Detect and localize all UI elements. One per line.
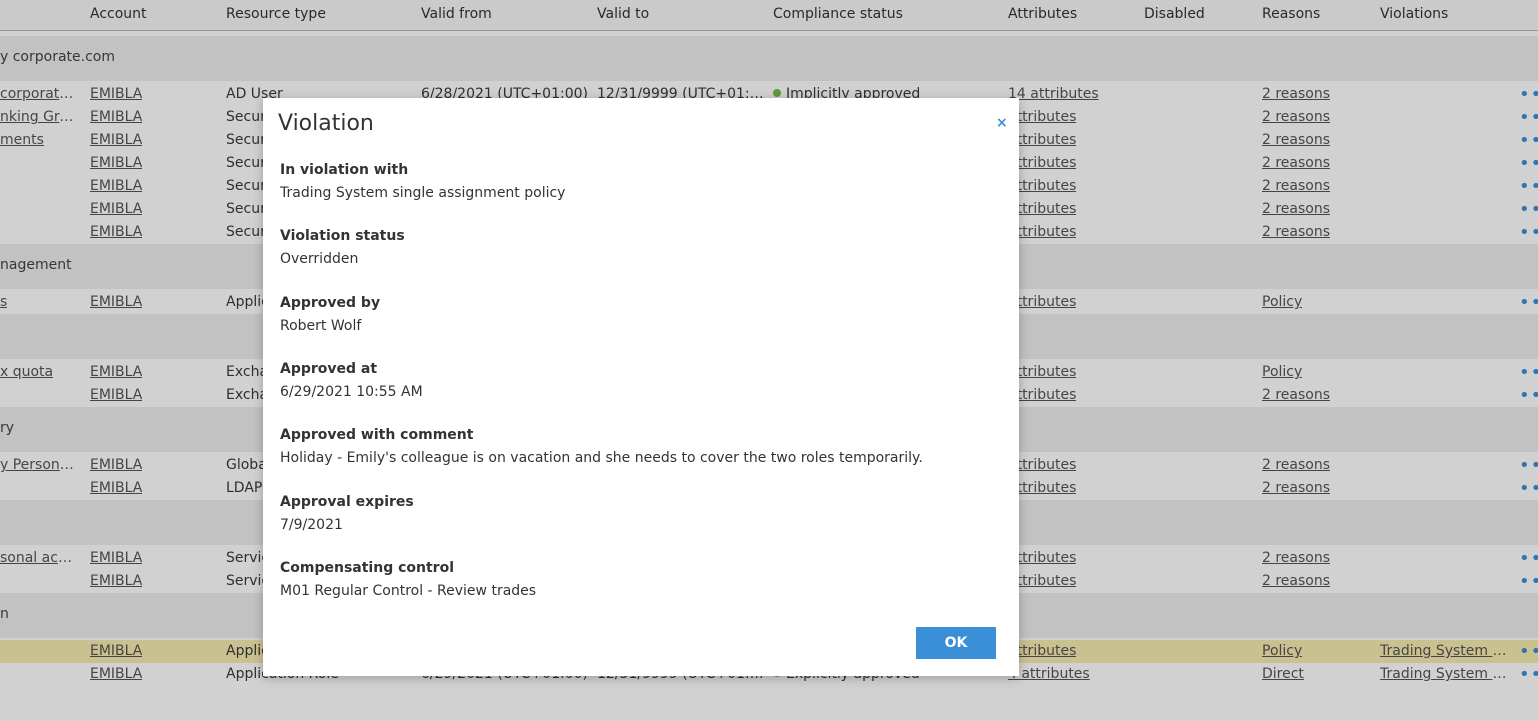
field-value: 7/9/2021 [280, 517, 343, 533]
field-approval-expires: Approval expires 7/9/2021 [280, 494, 414, 533]
field-label: Compensating control [280, 560, 454, 576]
field-label: Approval expires [280, 494, 414, 510]
field-label: Violation status [280, 228, 405, 244]
ok-button[interactable]: OK [916, 627, 996, 659]
field-approved-with-comment: Approved with comment Holiday - Emily's … [280, 427, 923, 466]
field-value: Trading System single assignment policy [280, 185, 566, 201]
field-label: In violation with [280, 162, 409, 178]
field-approved-by: Approved by Robert Wolf [280, 295, 380, 334]
field-value: M01 Regular Control - Review trades [280, 583, 537, 599]
field-value: Robert Wolf [280, 318, 362, 334]
field-value: 6/29/2021 10:55 AM [280, 384, 423, 400]
field-value: Holiday - Emily's colleague is on vacati… [280, 450, 923, 466]
field-in-violation-with: In violation with Trading System single … [280, 162, 565, 201]
field-label: Approved with comment [280, 427, 474, 443]
field-approved-at: Approved at 6/29/2021 10:55 AM [280, 361, 423, 400]
field-label: Approved by [280, 295, 381, 311]
violation-dialog: Violation × In violation with Trading Sy… [263, 98, 1019, 676]
field-label: Approved at [280, 361, 378, 377]
dialog-title: Violation [278, 111, 374, 136]
field-compensating-control: Compensating control M01 Regular Control… [280, 560, 536, 599]
field-value: Overridden [280, 251, 359, 267]
close-icon[interactable]: × [996, 115, 1008, 131]
field-violation-status: Violation status Overridden [280, 228, 405, 267]
